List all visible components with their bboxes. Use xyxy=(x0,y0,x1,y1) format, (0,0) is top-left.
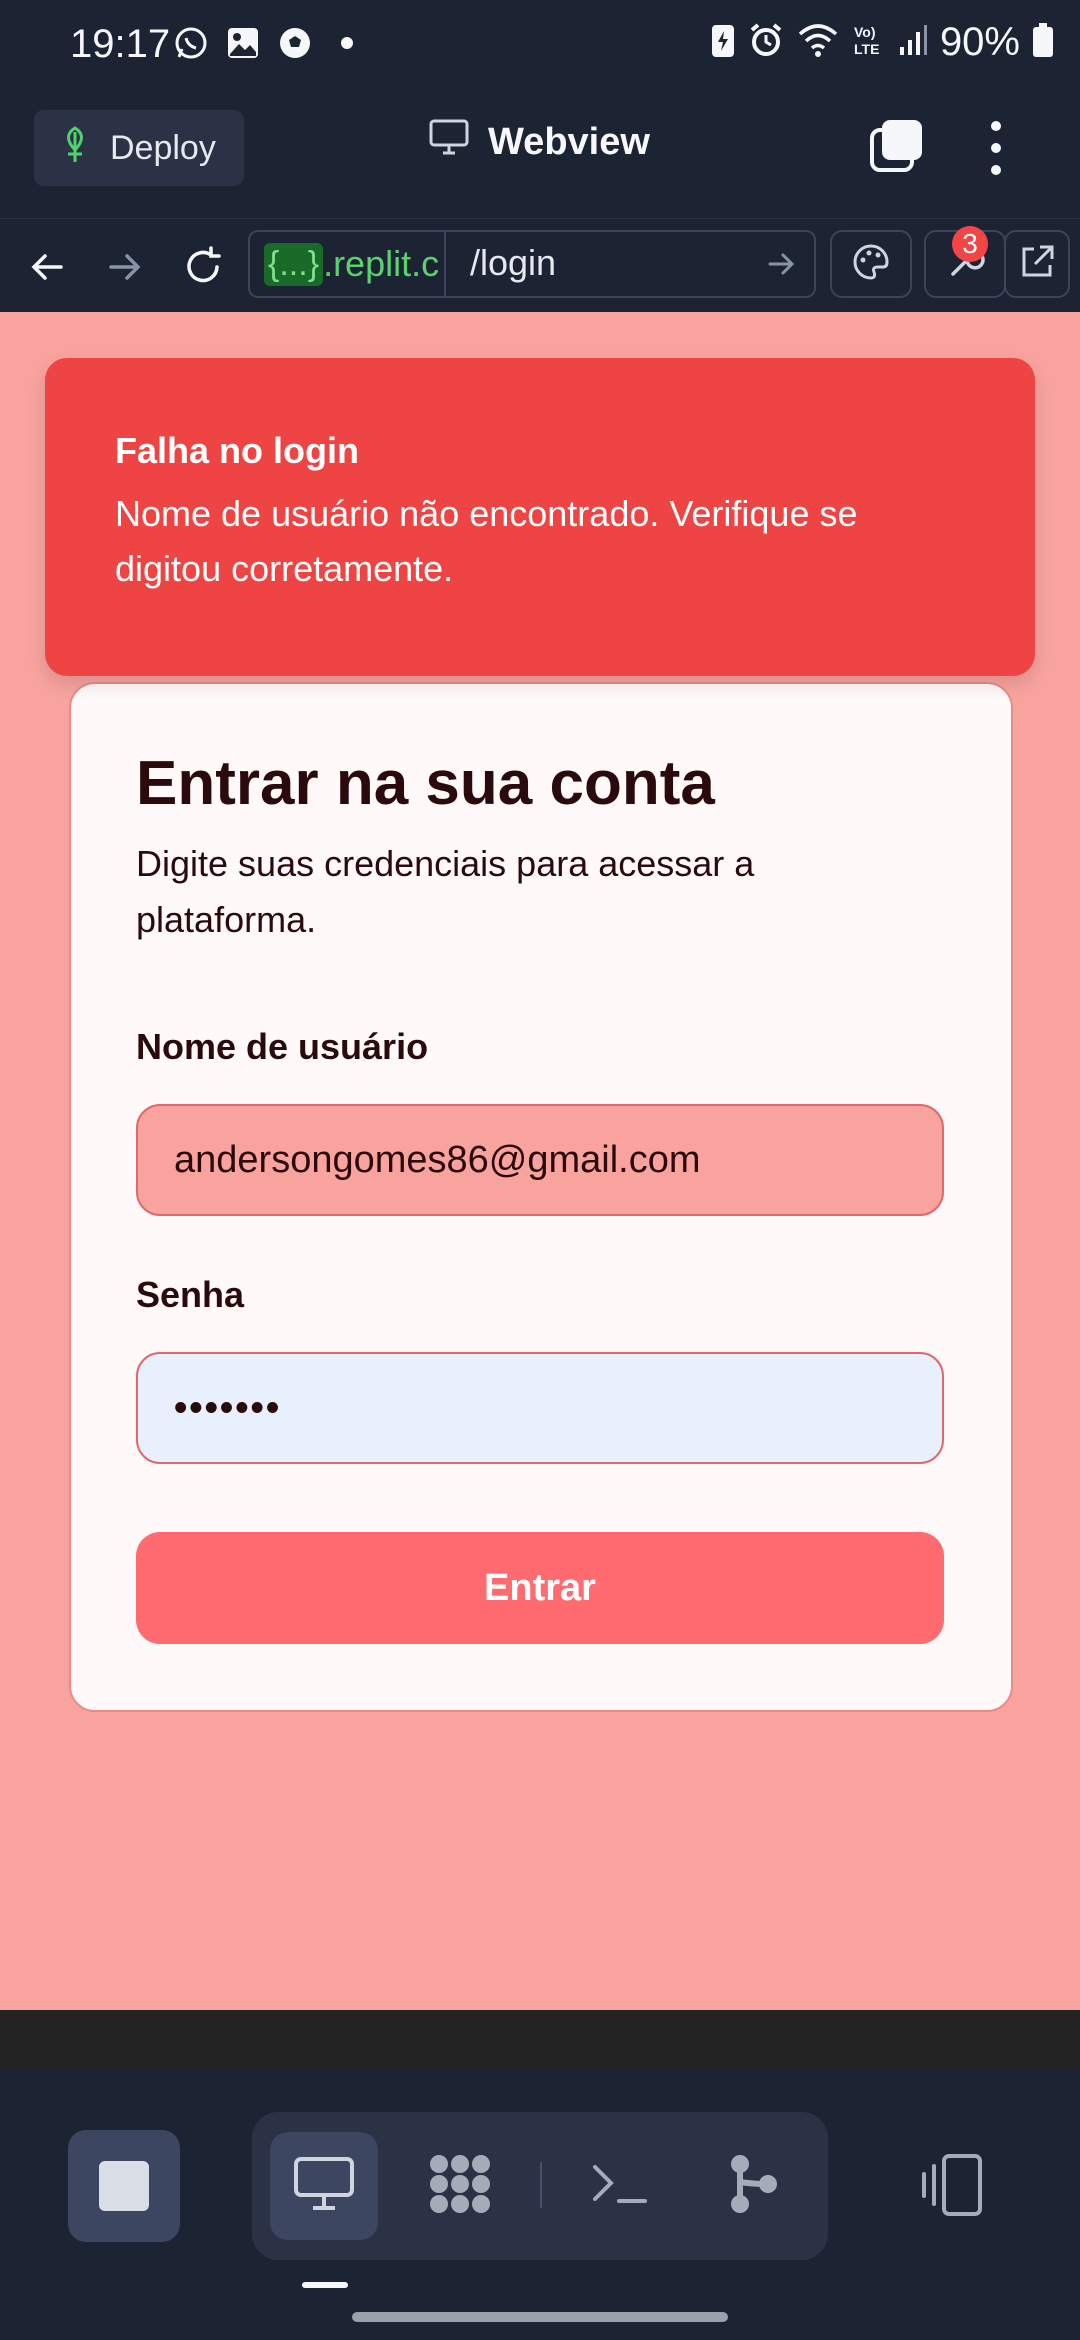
battery-icon xyxy=(1032,22,1054,63)
deploy-button[interactable]: Deploy xyxy=(34,110,244,186)
stop-button[interactable] xyxy=(68,2130,180,2242)
palette-icon xyxy=(851,242,891,287)
tabs-button[interactable] xyxy=(868,116,928,176)
webview-title-text: Webview xyxy=(488,120,650,163)
reload-icon[interactable] xyxy=(174,238,232,296)
active-tab-indicator xyxy=(302,2282,348,2288)
page-subtitle: Digite suas credenciais para acessar a p… xyxy=(136,843,755,940)
url-go-arrow-icon[interactable] xyxy=(764,246,800,287)
page-title: Entrar na sua conta xyxy=(136,749,715,818)
packages-icon xyxy=(425,2152,495,2221)
external-link-icon xyxy=(1018,243,1056,286)
status-time: 19:17 xyxy=(70,22,171,66)
devtools-badge: 3 xyxy=(952,226,988,262)
stop-icon xyxy=(99,2161,149,2211)
more-menu-icon[interactable] xyxy=(978,112,1014,184)
forward-arrow-icon[interactable] xyxy=(96,238,154,296)
whatsapp-icon xyxy=(172,24,210,62)
error-title: Falha no login xyxy=(115,430,359,471)
dot-icon xyxy=(328,24,366,62)
tab-shell[interactable] xyxy=(566,2132,674,2240)
open-external-button[interactable] xyxy=(1004,230,1070,298)
url-domain: {...} .replit.c xyxy=(250,232,446,296)
tab-webview[interactable] xyxy=(270,2132,378,2240)
deploy-icon xyxy=(58,124,92,173)
git-branch-icon xyxy=(726,2152,782,2221)
alarm-icon xyxy=(748,22,784,63)
volte-icon: Vo) LTE xyxy=(852,22,886,63)
console-strip xyxy=(0,2010,1080,2070)
gallery-icon xyxy=(224,24,262,62)
wifi-icon xyxy=(796,22,840,63)
signal-icon xyxy=(898,23,928,62)
svg-text:LTE: LTE xyxy=(854,41,879,57)
url-path: /login xyxy=(470,242,557,283)
password-label: Senha xyxy=(136,1274,245,1315)
soccer-icon xyxy=(276,24,314,62)
password-field[interactable]: ••••••• xyxy=(136,1352,944,1464)
monitor-icon xyxy=(428,118,470,166)
tab-git[interactable] xyxy=(700,2132,808,2240)
username-label: Nome de usuário xyxy=(136,1026,429,1067)
url-domain-text: .replit.c xyxy=(323,243,440,284)
battery-percent: 90% xyxy=(939,20,1020,64)
tool-divider xyxy=(540,2162,542,2208)
palette-button[interactable] xyxy=(830,230,912,298)
url-braces: {...} xyxy=(264,242,324,286)
battery-saver-icon xyxy=(710,21,736,64)
status-icons-left xyxy=(172,24,366,62)
status-right: Vo) LTE 90% xyxy=(710,20,1054,65)
error-message: Nome de usuário não encontrado. Verifiqu… xyxy=(115,493,858,589)
webview-title: Webview xyxy=(428,118,650,166)
deploy-label: Deploy xyxy=(110,128,216,167)
login-button[interactable]: Entrar xyxy=(136,1532,944,1644)
username-field[interactable]: andersongomes86@gmail.com xyxy=(136,1104,944,1216)
svg-text:Vo): Vo) xyxy=(854,24,876,40)
url-bar[interactable]: {...} .replit.c /login xyxy=(248,230,816,298)
terminal-icon xyxy=(589,2159,651,2214)
back-arrow-icon[interactable] xyxy=(18,238,76,296)
error-toast[interactable]: Falha no login Nome de usuário não encon… xyxy=(45,358,1035,676)
home-indicator[interactable] xyxy=(352,2312,728,2322)
layout-toggle-icon[interactable] xyxy=(916,2148,992,2229)
monitor-icon xyxy=(293,2156,355,2217)
tab-packages[interactable] xyxy=(406,2132,514,2240)
